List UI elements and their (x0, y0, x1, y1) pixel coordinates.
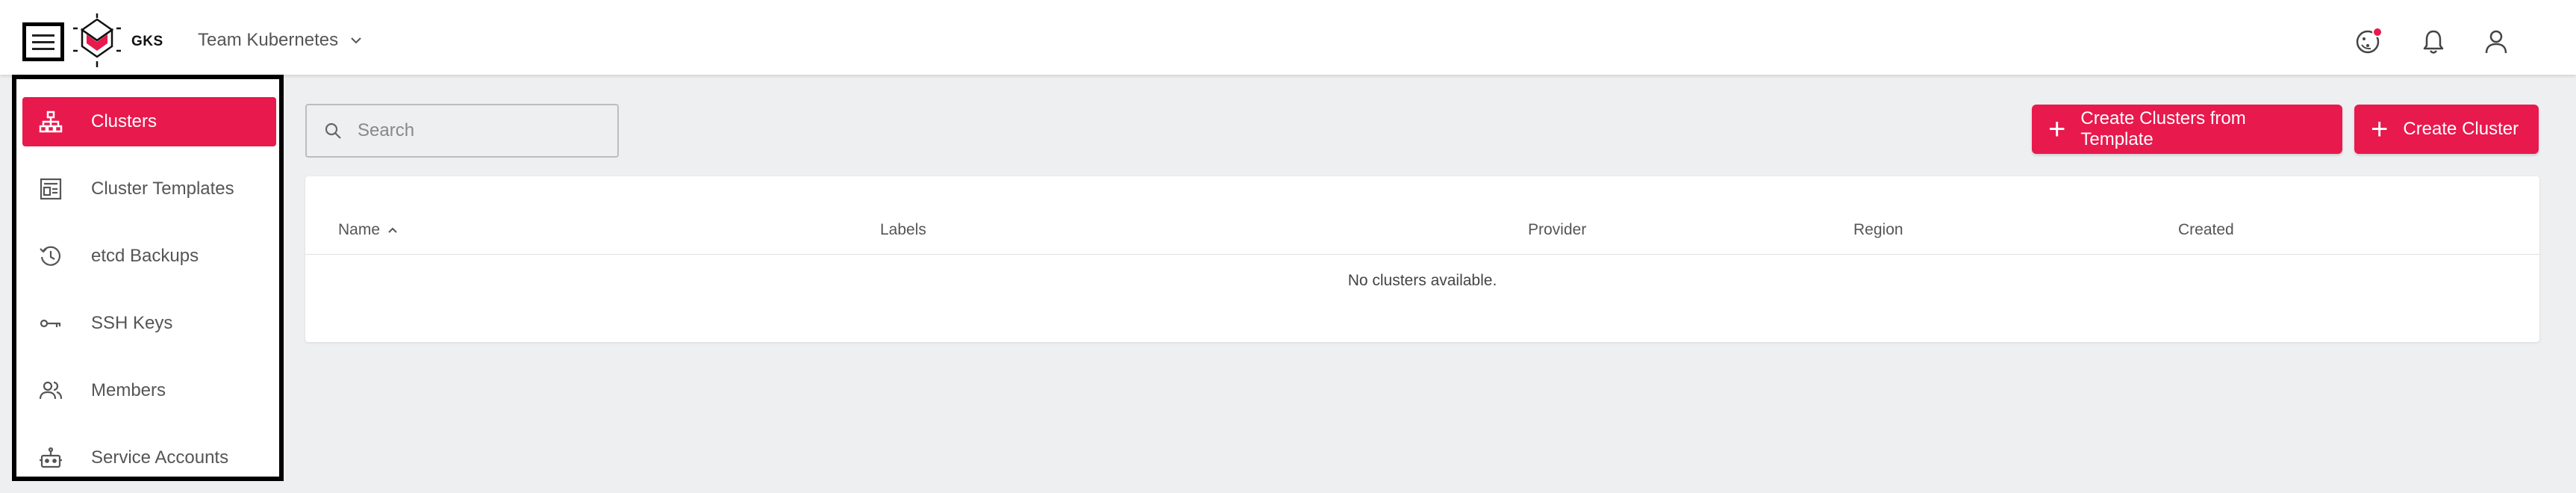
column-header-labels: Labels (880, 221, 926, 239)
chevron-down-icon (351, 37, 361, 44)
gks-logo-icon (73, 13, 121, 67)
members-icon (37, 377, 64, 404)
template-icon (37, 176, 64, 202)
sidebar-item-label: etcd Backups (91, 246, 199, 266)
button-label: Create Clusters from Template (2080, 108, 2246, 149)
header-divider (305, 254, 2539, 255)
user-icon (2485, 30, 2507, 54)
sitemap-icon (37, 108, 64, 135)
menu-icon-line (32, 47, 54, 50)
search-icon (325, 123, 341, 139)
theme-toggle-button[interactable] (2351, 25, 2384, 58)
plus-icon: + (2371, 113, 2389, 146)
clusters-table: Name Labels Provider Region Created No c… (305, 176, 2539, 342)
column-header-name[interactable]: Name (338, 221, 399, 239)
column-header-label: Name (338, 221, 381, 238)
sidebar-item-ssh-keys[interactable]: SSH Keys (22, 299, 276, 348)
bell-icon (2423, 30, 2444, 54)
sidebar-item-label: Service Accounts (91, 447, 229, 468)
search-box[interactable] (305, 104, 619, 158)
history-icon (37, 243, 64, 270)
column-header-provider: Provider (1528, 221, 1586, 239)
plus-icon: + (2048, 113, 2066, 146)
sidebar-item-service-accounts[interactable]: Service Accounts (22, 433, 276, 483)
menu-icon-line (32, 40, 54, 43)
notification-dot (2372, 27, 2383, 37)
sidebar-item-label: Cluster Templates (91, 179, 234, 199)
key-icon (37, 310, 64, 337)
empty-state-message: No clusters available. (1347, 272, 1497, 289)
sidebar-item-label: Members (91, 380, 166, 400)
column-header-label: Region (1853, 221, 1903, 238)
button-label: Create Cluster (2403, 119, 2519, 139)
sidebar-item-label: Clusters (91, 111, 158, 131)
robot-icon (37, 444, 64, 471)
search-input[interactable] (358, 120, 604, 141)
sidebar-item-etcd-backups[interactable]: etcd Backups (22, 232, 276, 281)
sidebar-item-members[interactable]: Members (22, 366, 276, 415)
create-cluster-button[interactable]: + Create Cluster (2354, 105, 2539, 154)
sidebar-item-cluster-templates[interactable]: Cluster Templates (22, 164, 276, 214)
column-header-created: Created (2178, 221, 2234, 239)
project-selector[interactable]: Team Kubernetes (198, 30, 364, 51)
sort-ascending-icon (388, 227, 397, 233)
logo-text: GKS (131, 34, 163, 49)
top-bar: GKS Team Kubernetes (0, 0, 2576, 75)
column-header-label: Provider (1528, 221, 1587, 238)
sidebar-item-clusters[interactable]: Clusters (22, 97, 276, 146)
column-header-region: Region (1853, 221, 1903, 239)
sidebar-nav: Clusters Cluster Templates etcd Backups (12, 75, 284, 481)
sidebar-item-label: SSH Keys (91, 313, 173, 333)
column-header-label: Labels (880, 221, 926, 238)
menu-toggle-button[interactable] (22, 22, 64, 61)
column-header-label: Created (2178, 221, 2234, 238)
menu-icon-line (32, 34, 54, 37)
notifications-button[interactable] (2417, 25, 2450, 58)
create-clusters-from-template-button[interactable]: + Create Clusters from Template (2032, 105, 2342, 154)
account-button[interactable] (2480, 25, 2513, 58)
project-name: Team Kubernetes (198, 30, 339, 50)
